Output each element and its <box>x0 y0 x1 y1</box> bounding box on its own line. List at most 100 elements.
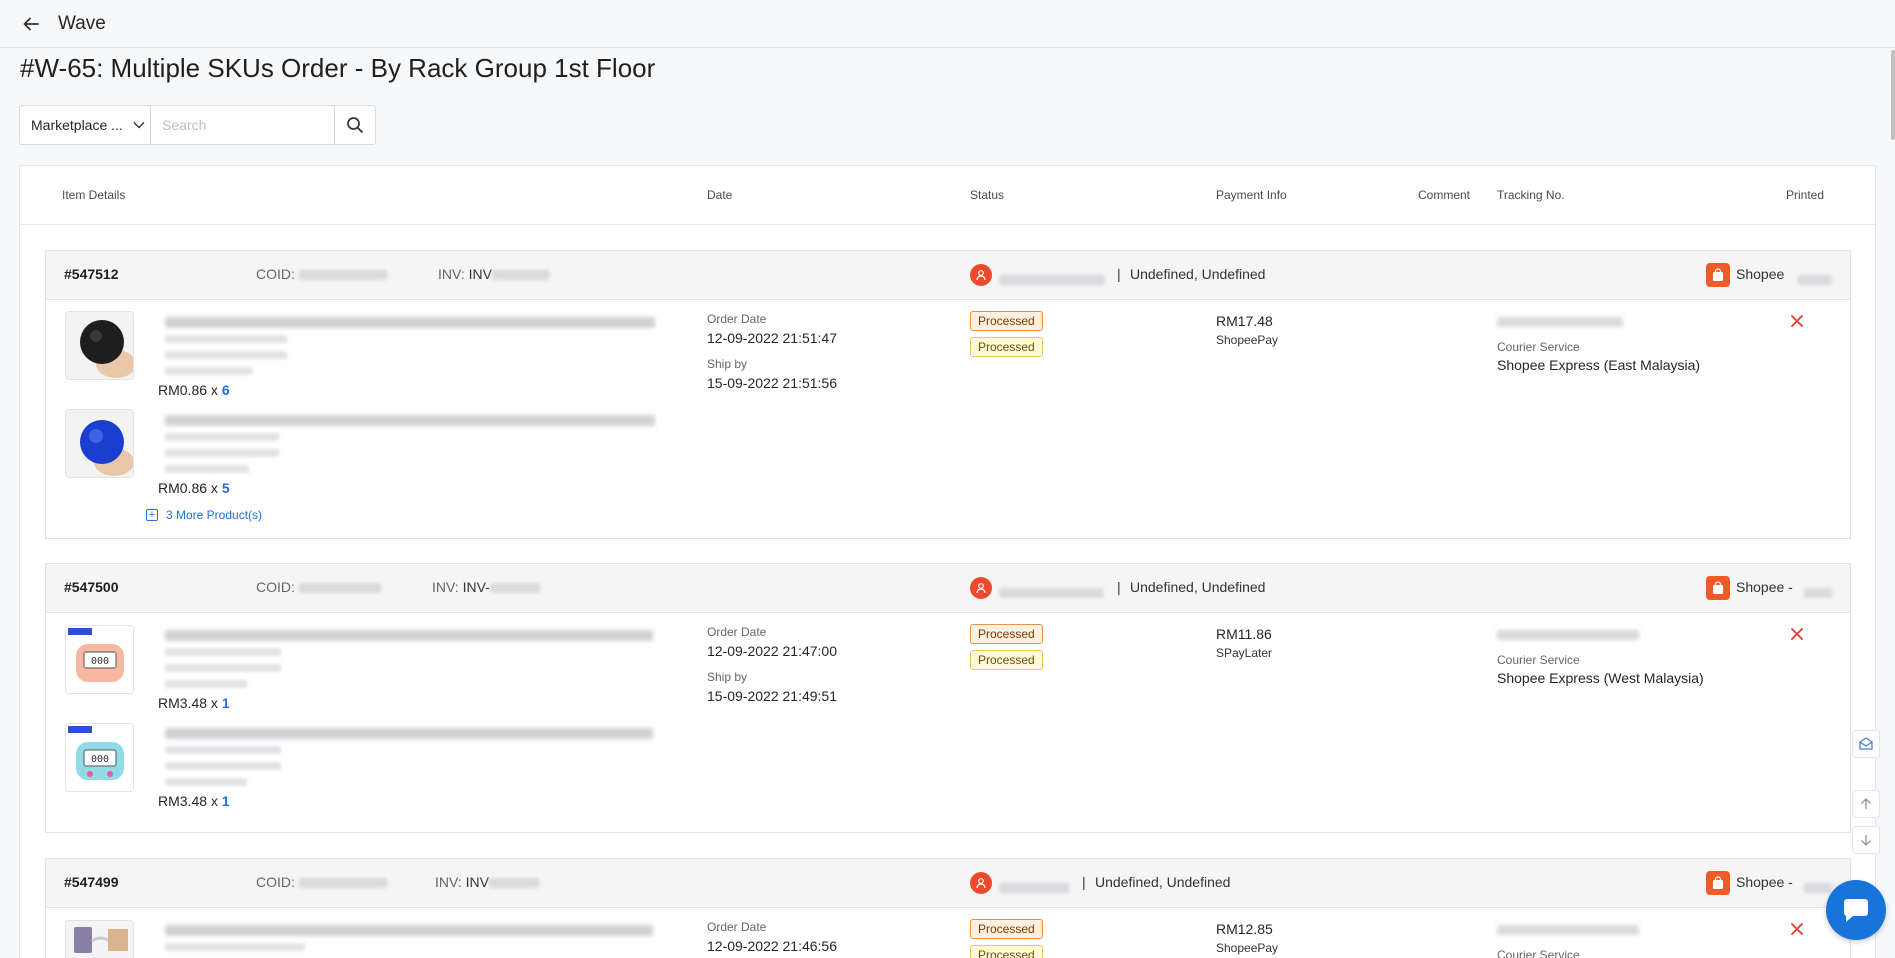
product-image[interactable]: 000 <box>65 625 134 694</box>
search-input[interactable] <box>151 106 335 144</box>
col-date: Date <box>707 188 733 202</box>
col-comment: Comment <box>1418 188 1471 202</box>
item-price-text: RM0.86 x <box>158 382 222 398</box>
product-image[interactable]: 000 <box>65 723 134 792</box>
marketplace-select[interactable]: Marketplace ... <box>20 106 151 144</box>
inv-label: INV: <box>435 874 462 890</box>
top-bar: Wave <box>0 0 1895 48</box>
status-badge: Processed <box>970 919 1043 939</box>
not-printed-x-icon[interactable] <box>1789 626 1805 642</box>
invoice: INV: INV <box>435 874 539 890</box>
item-price: RM0.86 x 5 <box>158 480 230 496</box>
product-name <box>165 728 653 739</box>
product-sku <box>165 449 279 457</box>
courier-service: Shopee Express (West Malaysia) <box>1497 670 1704 686</box>
not-printed-x-icon[interactable] <box>1789 313 1805 329</box>
customer-name <box>999 879 1069 895</box>
courier-label: Courier Service <box>1497 948 1580 958</box>
coid-label: COID: <box>256 266 295 282</box>
shopee-icon <box>1706 263 1730 287</box>
user-icon <box>970 264 992 286</box>
item-price-text: RM3.48 x <box>158 695 222 711</box>
product-variation <box>165 465 249 473</box>
product-image[interactable] <box>65 920 134 958</box>
product-sku <box>165 943 305 951</box>
order-card: #547500 COID: INV: INV- | Undefined, Und… <box>45 563 1851 833</box>
separator: | <box>1117 266 1121 282</box>
platform-name: Shopee - <box>1736 874 1793 890</box>
order-card: #547499 COID: INV: INV | Undefined, Unde… <box>45 858 1851 958</box>
invoice: INV: INV <box>438 266 550 282</box>
message-button[interactable] <box>1852 730 1880 758</box>
item-price: RM0.86 x 6 <box>158 382 230 398</box>
invoice: INV: INV- <box>432 579 540 595</box>
more-products-label: 3 More Product(s) <box>166 508 263 522</box>
mail-icon <box>1859 737 1873 750</box>
product-name <box>165 630 653 641</box>
order-date: 12-09-2022 21:51:47 <box>707 330 837 346</box>
plus-square-icon: + <box>146 509 158 521</box>
product-name <box>165 317 655 328</box>
product-image[interactable] <box>65 409 134 478</box>
tracking-number <box>1497 317 1623 327</box>
courier-label: Courier Service <box>1497 340 1580 354</box>
separator: | <box>1082 874 1086 890</box>
chevron-down-icon <box>128 121 150 129</box>
status-badge: Processed <box>970 945 1043 958</box>
product-sku <box>165 648 281 656</box>
inv-label: INV: <box>438 266 465 282</box>
item-qty: 1 <box>221 793 230 809</box>
order-header: #547500 COID: INV: INV- | Undefined, Und… <box>46 564 1850 613</box>
inv-prefix: INV <box>465 874 489 890</box>
item-qty: 5 <box>221 480 230 496</box>
col-status: Status <box>970 188 1005 202</box>
order-header: #547499 COID: INV: INV | Undefined, Unde… <box>46 859 1850 908</box>
product-image[interactable] <box>65 311 134 380</box>
payment-method: ShopeePay <box>1216 941 1279 955</box>
order-date-label: Order Date <box>707 920 767 934</box>
page-scrollbar[interactable] <box>1891 50 1895 140</box>
coid-label: COID: <box>256 874 295 890</box>
product-sku <box>165 335 287 343</box>
product-sku <box>165 351 287 359</box>
search-icon <box>347 117 363 133</box>
order-id[interactable]: #547512 <box>64 266 119 282</box>
filter-bar: Marketplace ... <box>19 105 376 145</box>
arrow-down-icon <box>1861 835 1871 846</box>
product-sku <box>165 746 281 754</box>
shopee-icon <box>1706 871 1730 895</box>
back-arrow-icon[interactable] <box>20 13 42 35</box>
chat-button[interactable] <box>1826 880 1886 940</box>
search-button[interactable] <box>335 106 375 144</box>
order-id[interactable]: #547500 <box>64 579 119 595</box>
order-date-label: Order Date <box>707 312 767 326</box>
orders-panel: Item Details Date Status Payment Info Co… <box>19 165 1876 958</box>
coid: COID: <box>256 266 387 282</box>
coid-label: COID: <box>256 579 295 595</box>
col-item-details: Item Details <box>62 188 126 202</box>
courier-service: Shopee Express (East Malaysia) <box>1497 357 1701 373</box>
scroll-down-button[interactable] <box>1852 826 1880 854</box>
ship-by-date: 15-09-2022 21:49:51 <box>707 688 837 704</box>
product-sku <box>165 664 281 672</box>
tracking-number <box>1497 630 1639 640</box>
scroll-up-button[interactable] <box>1852 790 1880 818</box>
more-products-link[interactable]: + 3 More Product(s) <box>146 508 262 522</box>
order-date-label: Order Date <box>707 625 767 639</box>
courier-label: Courier Service <box>1497 653 1580 667</box>
product-variation <box>165 680 247 688</box>
coid: COID: <box>256 874 387 890</box>
order-id[interactable]: #547499 <box>64 874 119 890</box>
payment-amount: RM17.48 <box>1216 313 1273 329</box>
user-icon <box>970 872 992 894</box>
table-header: Item Details Date Status Payment Info Co… <box>20 166 1875 225</box>
col-payment-info: Payment Info <box>1216 188 1287 202</box>
payment-method: ShopeePay <box>1216 333 1279 347</box>
user-icon <box>970 577 992 599</box>
svg-text:000: 000 <box>91 656 109 667</box>
inv-prefix: INV- <box>462 579 490 595</box>
item-price-text: RM0.86 x <box>158 480 222 496</box>
not-printed-x-icon[interactable] <box>1789 921 1805 937</box>
status-badge: Processed <box>970 624 1043 644</box>
item-qty: 1 <box>221 695 230 711</box>
